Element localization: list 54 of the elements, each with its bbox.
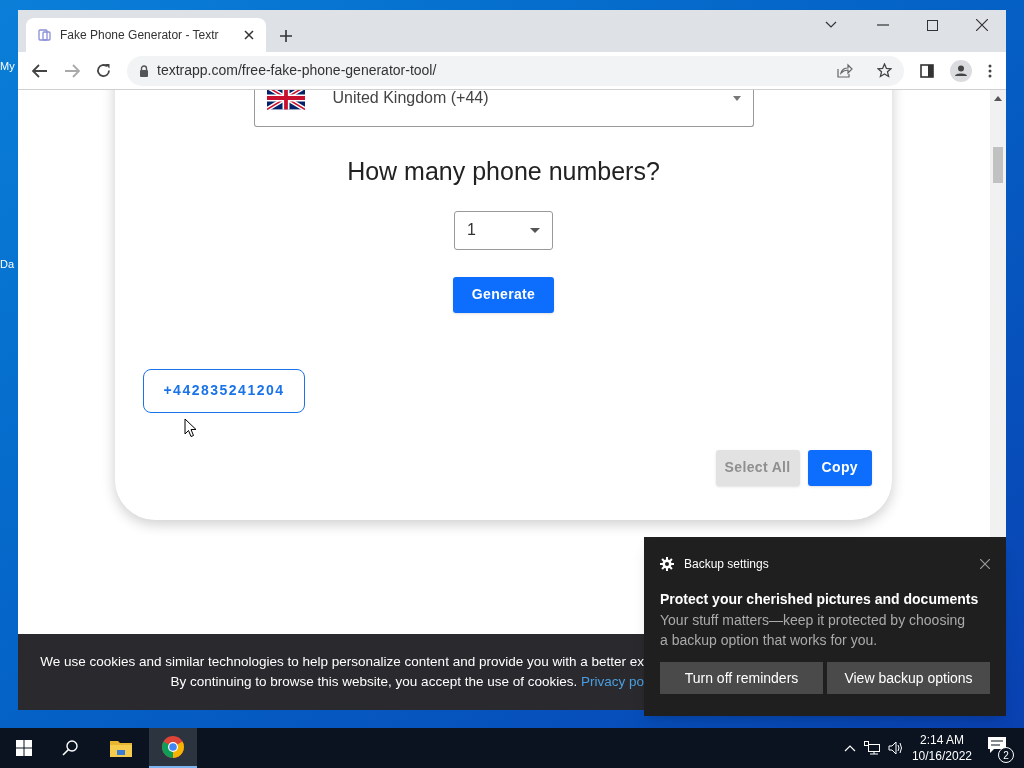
close-icon[interactable] — [244, 30, 254, 40]
mouse-cursor-icon — [184, 418, 197, 438]
back-icon[interactable] — [32, 63, 48, 78]
dropdown-icon — [530, 227, 540, 233]
chevron-up-icon[interactable] — [843, 744, 856, 752]
clock-date: 10/16/2022 — [911, 748, 972, 764]
chrome-icon — [162, 736, 184, 758]
page-icon — [38, 28, 52, 42]
scroll-up-icon[interactable] — [994, 96, 1002, 101]
toast-app-name: Backup settings — [684, 556, 770, 573]
toast-button[interactable]: View backup options — [827, 662, 990, 694]
profile-icon[interactable] — [950, 59, 972, 82]
cookie-text: By continuing to browse this website, you accept the use of cookies. Privacy po — [170, 673, 644, 691]
gear-icon — [660, 557, 674, 571]
action-button[interactable]: Copy — [807, 449, 872, 486]
dropdown-icon — [732, 95, 741, 101]
heading: How many phone numbers? — [347, 156, 660, 187]
browser-tab[interactable]: Fake Phone Generator - Textr — [26, 18, 266, 52]
url-text: textrapp.com/free-fake-phone-generator-tool/ — [157, 61, 438, 80]
speaker-icon[interactable] — [887, 741, 904, 755]
close-icon[interactable] — [980, 559, 990, 569]
country-select[interactable]: United Kingdom (+44) — [253, 90, 754, 127]
tab-title: Fake Phone Generator - Textr — [60, 27, 220, 44]
folder-icon[interactable] — [110, 739, 132, 757]
country-value: United Kingdom (+44) — [332, 90, 490, 108]
clock-time: 2:14 AM — [919, 732, 964, 748]
chevron-down-icon[interactable] — [825, 21, 837, 29]
desktop-icon-label: Da — [0, 257, 16, 272]
side-panel-icon[interactable] — [920, 63, 934, 78]
share-icon[interactable] — [837, 63, 853, 78]
windows-start-icon[interactable] — [16, 740, 32, 756]
count-select[interactable]: 1 — [454, 210, 553, 250]
search-icon[interactable] — [62, 740, 78, 756]
close-icon[interactable] — [976, 19, 988, 31]
privacy-policy-link[interactable]: Privacy po — [580, 674, 644, 689]
generate-button[interactable]: Generate — [453, 276, 554, 313]
chrome-taskbar-button[interactable] — [149, 728, 197, 768]
reload-icon[interactable] — [96, 63, 111, 78]
toast-body: Your stuff matters—keep it protected by choosing a backup option that works for you. — [660, 611, 967, 650]
network-icon[interactable] — [863, 741, 880, 755]
address-bar[interactable]: textrapp.com/free-fake-phone-generator-tool/ — [127, 55, 904, 86]
message-icon — [988, 737, 1006, 753]
desktop-icon-label: My — [0, 59, 16, 74]
menu-icon[interactable] — [988, 63, 992, 78]
lock-icon — [139, 64, 149, 77]
toast-title: Protect your cherished pictures and documents — [660, 590, 980, 609]
toast-button[interactable]: Turn off reminders — [660, 662, 823, 694]
cookie-text: We use cookies and similar technologies to help personalize content and provide you with a better ex — [40, 653, 644, 671]
phone-number-chip[interactable]: +442835241204 — [143, 368, 305, 413]
star-icon[interactable] — [877, 63, 892, 78]
notification-count: 2 — [998, 747, 1014, 763]
new-tab-icon[interactable] — [280, 30, 292, 42]
maximize-icon[interactable] — [927, 19, 938, 31]
scrollbar-thumb[interactable] — [993, 147, 1003, 183]
